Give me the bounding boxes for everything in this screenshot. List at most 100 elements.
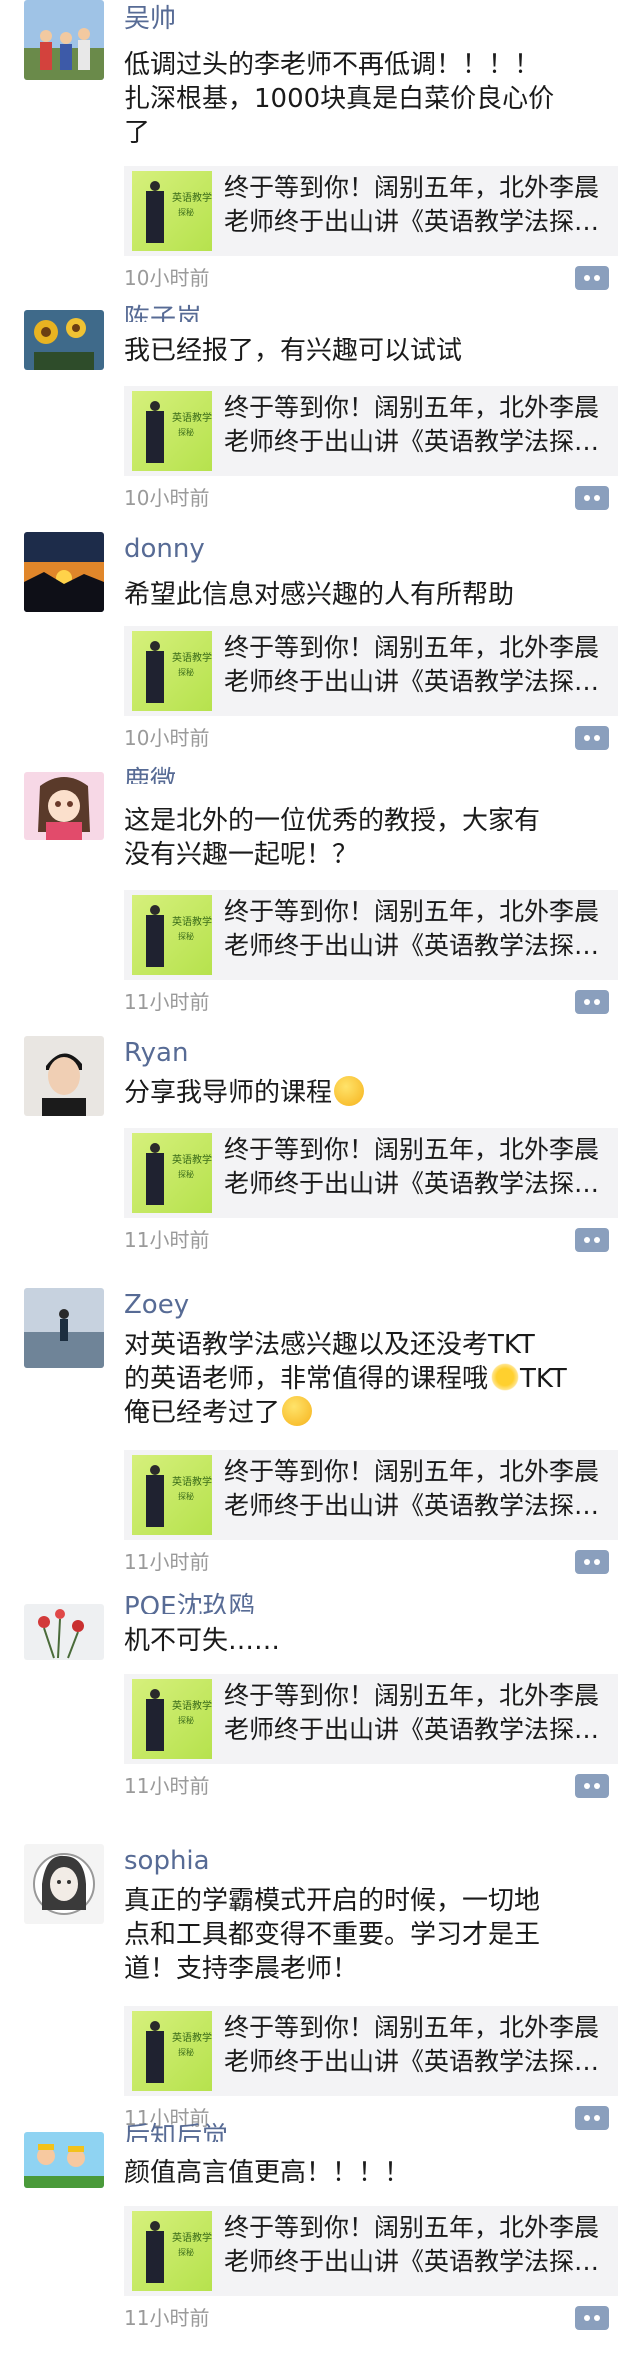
user-name[interactable]: donny <box>124 532 205 566</box>
article-thumbnail: 英语教学探秘 <box>132 895 212 975</box>
svg-text:英语教学: 英语教学 <box>172 1699 212 1712</box>
timestamp: 11小时前 <box>124 1550 210 1574</box>
shared-article-card[interactable]: 英语教学探秘 终于等到你！阔别五年，北外李晨 老师终于出山讲《英语教学法探… <box>124 1674 618 1764</box>
timestamp: 11小时前 <box>124 2306 210 2330</box>
timestamp: 10小时前 <box>124 726 210 750</box>
beach-person-icon <box>24 1288 104 1368</box>
svg-text:英语教学: 英语教学 <box>172 411 212 424</box>
avatar[interactable] <box>24 1844 104 1924</box>
article-thumbnail: 英语教学探秘 <box>132 2211 212 2291</box>
man-portrait-icon <box>24 1036 104 1116</box>
timestamp: 10小时前 <box>124 266 210 290</box>
shared-article-card[interactable]: 英语教学探秘 终于等到你！阔别五年，北外李晨 老师终于出山讲《英语教学法探… <box>124 1128 618 1218</box>
comment-text: 这是北外的一位优秀的教授，大家有 没有兴趣一起呢！？ <box>124 806 541 870</box>
svg-text:探秘: 探秘 <box>178 1491 194 1501</box>
user-name[interactable]: 鹿微 <box>124 764 176 784</box>
more-icon[interactable] <box>575 1550 609 1574</box>
shared-article-card[interactable]: 英语教学探秘 终于等到你！阔别五年，北外李晨 老师终于出山讲《英语教学法探… <box>124 2006 618 2096</box>
cartoon-kids-icon <box>24 2132 104 2188</box>
timestamp: 11小时前 <box>124 990 210 1014</box>
shared-article-card[interactable]: 英语教学 探秘 终于等到你！阔别五年，北外李晨 老师终于出山讲《英语教学法探… <box>124 2206 618 2296</box>
avatar[interactable] <box>24 1288 104 1368</box>
more-icon[interactable] <box>575 266 609 290</box>
comment-text: 希望此信息对感兴趣的人有所帮助 <box>124 580 515 610</box>
avatar[interactable] <box>24 0 104 80</box>
more-icon[interactable] <box>575 1228 609 1252</box>
comment-text: 机不可失…… <box>124 1626 281 1656</box>
article-title: 终于等到你！阔别五年，北外李晨 老师终于出山讲《英语教学法探… <box>224 393 600 456</box>
article-title: 终于等到你！阔别五年，北外李晨 老师终于出山讲《英语教学法探… <box>224 897 600 960</box>
user-name[interactable]: Ryan <box>124 1036 188 1070</box>
comment-text: 对英语教学法感兴趣以及还没考TKT 的英语老师，非常值得的课程哦 TKT 俺已经考… <box>124 1328 604 1430</box>
svg-text:探秘: 探秘 <box>178 931 194 941</box>
shared-article-card[interactable]: 英语教学探秘 终于等到你！阔别五年，北外李晨 老师终于出山讲《英语教学法探… <box>124 626 618 716</box>
article-thumbnail: 英语教学 探秘 <box>132 391 212 471</box>
avatar[interactable] <box>24 2132 104 2188</box>
article-thumbnail: 英语教学探秘 <box>132 1133 212 1213</box>
shared-article-card[interactable]: 英语教学探秘 终于等到你！阔别五年，北外李晨 老师终于出山讲《英语教学法探… <box>124 890 618 980</box>
user-name[interactable]: 后知后觉 <box>124 2120 228 2142</box>
article-title: 终于等到你！阔别五年，北外李晨 老师终于出山讲《英语教学法探… <box>224 2013 600 2076</box>
article-title: 终于等到你！阔别五年，北外李晨 老师终于出山讲《英语教学法探… <box>224 633 600 696</box>
timestamp: 11小时前 <box>124 1774 210 1798</box>
flowers-icon <box>24 1604 104 1660</box>
timestamp: 10小时前 <box>124 486 210 510</box>
user-name[interactable]: Zoey <box>124 1288 189 1322</box>
sun-emoji-icon <box>490 1362 521 1392</box>
article-thumbnail: 英语教学探秘 <box>132 2011 212 2091</box>
comment-body: 分享我导师的课程 <box>124 1078 333 1108</box>
avatar[interactable] <box>24 1036 104 1116</box>
comment-text: 颜值高言值更高！！！！ <box>124 2158 411 2188</box>
shared-article-card[interactable]: 英语教学探秘 终于等到你！阔别五年，北外李晨 老师终于出山讲《英语教学法探… <box>124 1450 618 1540</box>
smile-emoji-icon <box>334 1076 365 1106</box>
article-thumbnail: 英语教学探秘 <box>132 171 212 251</box>
svg-text:探秘: 探秘 <box>178 2047 194 2057</box>
article-thumbnail: 英语教学探秘 <box>132 1455 212 1535</box>
avatar[interactable] <box>24 772 104 840</box>
avatar[interactable] <box>24 1604 104 1660</box>
grin-emoji-icon <box>282 1396 313 1426</box>
article-thumbnail: 英语教学探秘 <box>132 631 212 711</box>
svg-text:探秘: 探秘 <box>178 207 194 217</box>
more-icon[interactable] <box>575 1774 609 1798</box>
user-name[interactable]: POE沈玖鸥 <box>124 1590 255 1614</box>
article-title: 终于等到你！阔别五年，北外李晨 老师终于出山讲《英语教学法探… <box>224 1135 600 1198</box>
shared-article-card[interactable]: 英语教学 探秘 终于等到你！阔别五年，北外李晨 老师终于出山讲《英语教学法探… <box>124 386 618 476</box>
comment-text: 低调过头的李老师不再低调！！！！ 扎深根基，1000块真是白菜价良心价 了 <box>124 50 555 148</box>
user-name[interactable]: 吴帅 <box>124 2 176 36</box>
comment-body: 对英语教学法感兴趣以及还没考TKT 的英语老师，非常值得的课程哦 <box>124 1330 535 1394</box>
svg-text:英语教学: 英语教学 <box>172 2231 212 2244</box>
article-thumbnail: 英语教学探秘 <box>132 1679 212 1759</box>
more-icon[interactable] <box>575 2106 609 2130</box>
svg-text:英语教学: 英语教学 <box>172 915 212 928</box>
more-icon[interactable] <box>575 2306 609 2330</box>
user-name[interactable]: 陈子岚 <box>124 302 202 322</box>
svg-text:英语教学: 英语教学 <box>172 651 212 664</box>
svg-text:探秘: 探秘 <box>178 1169 194 1179</box>
svg-text:英语教学: 英语教学 <box>172 191 212 204</box>
more-icon[interactable] <box>575 486 609 510</box>
more-icon[interactable] <box>575 726 609 750</box>
article-title: 终于等到你！阔别五年，北外李晨 老师终于出山讲《英语教学法探… <box>224 173 600 236</box>
anime-girl-icon <box>24 772 104 840</box>
svg-text:英语教学: 英语教学 <box>172 1153 212 1166</box>
sunflower-painting-icon <box>24 310 104 370</box>
more-icon[interactable] <box>575 990 609 1014</box>
svg-text:探秘: 探秘 <box>178 667 194 677</box>
timestamp: 11小时前 <box>124 1228 210 1252</box>
svg-text:探秘: 探秘 <box>178 2247 194 2257</box>
svg-text:探秘: 探秘 <box>178 1715 194 1725</box>
sunset-icon <box>24 532 104 612</box>
svg-text:英语教学: 英语教学 <box>172 1475 212 1488</box>
sketch-girl-icon <box>24 1844 104 1924</box>
avatar[interactable] <box>24 532 104 612</box>
svg-text:英语教学: 英语教学 <box>172 2031 212 2044</box>
shared-article-card[interactable]: 英语教学探秘 终于等到你！阔别五年，北外李晨 老师终于出山讲《英语教学法探… <box>124 166 618 256</box>
user-name[interactable]: sophia <box>124 1844 210 1878</box>
comment-text: 分享我导师的课程 <box>124 1076 604 1110</box>
article-title: 终于等到你！阔别五年，北外李晨 老师终于出山讲《英语教学法探… <box>224 1457 600 1520</box>
avatar[interactable] <box>24 310 104 370</box>
comment-text: 我已经报了，有兴趣可以试试 <box>124 336 463 366</box>
family-photo-icon <box>24 0 104 80</box>
article-title: 终于等到你！阔别五年，北外李晨 老师终于出山讲《英语教学法探… <box>224 1681 600 1744</box>
